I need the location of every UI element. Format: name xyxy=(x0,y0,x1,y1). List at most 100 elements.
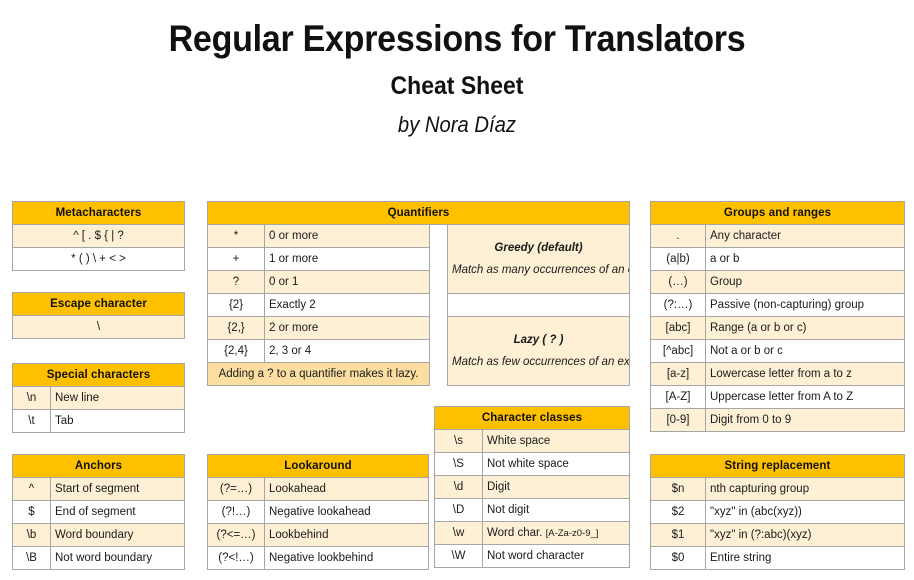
stringreplacement-value-0: nth capturing group xyxy=(705,477,905,501)
table-row: * ( ) \ + < > xyxy=(12,247,185,271)
table-quantifiers: Quantifiers * 0 or more Greedy (default)… xyxy=(207,201,630,386)
charclasses-key-5: \W xyxy=(434,544,483,568)
charclasses-key-4: \w xyxy=(434,521,483,545)
table-row: [a-z] Lowercase letter from a to z xyxy=(650,362,905,386)
charclasses-key-2: \d xyxy=(434,475,483,499)
table-header-row: Metacharacters xyxy=(12,201,185,225)
table-row: (…) Group xyxy=(650,270,905,294)
table-row: $0 Entire string xyxy=(650,546,905,570)
charclasses-value-4: Word char. [A-Za-z0-9_] xyxy=(482,521,630,545)
groups-key-1: (a|b) xyxy=(650,247,706,271)
stringreplacement-key-3: $0 xyxy=(650,546,706,570)
quantifiers-gutter xyxy=(429,316,448,340)
table-header-character-classes: Character classes xyxy=(434,406,630,430)
escape-row-0: \ xyxy=(12,315,185,339)
anchors-value-3: Not word boundary xyxy=(50,546,185,570)
lookaround-key-0: (?=…) xyxy=(207,477,265,501)
lookaround-key-3: (?<!…) xyxy=(207,546,265,570)
table-header-row: Quantifiers xyxy=(207,201,630,225)
quantifiers-value-2: 0 or 1 xyxy=(264,270,430,294)
greedy-note-title: Greedy (default) xyxy=(494,241,583,254)
stringreplacement-value-3: Entire string xyxy=(705,546,905,570)
groups-key-2: (…) xyxy=(650,270,706,294)
quantifiers-value-0: 0 or more xyxy=(264,224,430,248)
lazy-note: Lazy ( ? ) Match as few occurrences of a… xyxy=(447,316,630,386)
table-row: ^ [ . $ { | ? xyxy=(12,224,185,248)
table-header-string-replacement: String replacement xyxy=(650,454,905,478)
table-escape-character: Escape character \ xyxy=(12,292,185,339)
table-row: \B Not word boundary xyxy=(12,546,185,570)
page-author: by Nora Díaz xyxy=(397,112,517,137)
table-row: [0-9] Digit from 0 to 9 xyxy=(650,408,905,432)
table-header-quantifiers: Quantifiers xyxy=(207,201,630,225)
special-key-0: \n xyxy=(12,386,51,410)
groups-key-8: [0-9] xyxy=(650,408,706,432)
quantifiers-value-1: 1 or more xyxy=(264,247,430,271)
quantifiers-key-0: * xyxy=(207,224,265,248)
charclasses-value-2: Digit xyxy=(482,475,630,499)
quantifiers-key-3: {2} xyxy=(207,293,265,317)
table-character-classes: Character classes \s White space \S Not … xyxy=(434,406,630,568)
table-header-metacharacters: Metacharacters xyxy=(12,201,185,225)
lookaround-value-1: Negative lookahead xyxy=(264,500,429,524)
metacharacters-row-1: * ( ) \ + < > xyxy=(12,247,185,271)
table-row: (?!…) Negative lookahead xyxy=(207,500,429,524)
table-header-anchors: Anchors xyxy=(12,454,185,478)
charclasses-key-0: \s xyxy=(434,429,483,453)
groups-value-4: Range (a or b or c) xyxy=(705,316,905,340)
table-header-row: Escape character xyxy=(12,292,185,316)
groups-value-2: Group xyxy=(705,270,905,294)
table-header-row: Special characters xyxy=(12,363,185,387)
groups-value-8: Digit from 0 to 9 xyxy=(705,408,905,432)
table-row: \b Word boundary xyxy=(12,523,185,547)
charclasses-value-0: White space xyxy=(482,429,630,453)
groups-key-0: . xyxy=(650,224,706,248)
groups-key-3: (?:…) xyxy=(650,293,706,317)
table-header-row: Character classes xyxy=(434,406,630,430)
quantifiers-value-3: Exactly 2 xyxy=(264,293,430,317)
anchors-value-2: Word boundary xyxy=(50,523,185,547)
table-header-lookaround: Lookaround xyxy=(207,454,429,478)
table-row: . Any character xyxy=(650,224,905,248)
table-string-replacement: String replacement $n nth capturing grou… xyxy=(650,454,905,570)
quantifiers-key-4: {2,} xyxy=(207,316,265,340)
special-key-1: \t xyxy=(12,409,51,433)
anchors-key-0: ^ xyxy=(12,477,51,501)
lazy-note-title: Lazy ( ? ) xyxy=(513,333,564,346)
quantifiers-gutter xyxy=(429,224,448,248)
table-header-row: String replacement xyxy=(650,454,905,478)
quantifiers-gutter xyxy=(429,270,448,294)
greedy-note: Greedy (default) Match as many occurrenc… xyxy=(447,224,630,294)
lookaround-key-1: (?!…) xyxy=(207,500,265,524)
lookaround-value-3: Negative lookbehind xyxy=(264,546,429,570)
quantifiers-key-5: {2,4} xyxy=(207,339,265,363)
special-value-1: Tab xyxy=(50,409,185,433)
stringreplacement-key-0: $n xyxy=(650,477,706,501)
lookaround-value-0: Lookahead xyxy=(264,477,429,501)
table-row: (?=…) Lookahead xyxy=(207,477,429,501)
stringreplacement-key-2: $1 xyxy=(650,523,706,547)
groups-value-5: Not a or b or c xyxy=(705,339,905,363)
groups-key-4: [abc] xyxy=(650,316,706,340)
special-value-0: New line xyxy=(50,386,185,410)
table-row: * 0 or more Greedy (default) Match as ma… xyxy=(207,224,630,294)
page-title: Regular Expressions for Translators xyxy=(168,18,746,59)
charclasses-value-4-range: [A-Za-z0-9_] xyxy=(545,527,599,539)
table-row: {2,} 2 or more Lazy ( ? ) Match as few o… xyxy=(207,316,630,386)
anchors-key-1: $ xyxy=(12,500,51,524)
table-row: $n nth capturing group xyxy=(650,477,905,501)
lookaround-value-2: Lookbehind xyxy=(264,523,429,547)
groups-key-5: [^abc] xyxy=(650,339,706,363)
table-row: \W Not word character xyxy=(434,544,630,568)
charclasses-value-1: Not white space xyxy=(482,452,630,476)
table-row: (?<!…) Negative lookbehind xyxy=(207,546,429,570)
groups-value-1: a or b xyxy=(705,247,905,271)
table-header-row: Lookaround xyxy=(207,454,429,478)
table-row: \t Tab xyxy=(12,409,185,433)
stringreplacement-value-1: "xyz" in (abc(xyz)) xyxy=(705,500,905,524)
anchors-value-0: Start of segment xyxy=(50,477,185,501)
charclasses-value-4-label: Word char. xyxy=(487,526,543,539)
stringreplacement-key-1: $2 xyxy=(650,500,706,524)
charclasses-key-3: \D xyxy=(434,498,483,522)
table-row: $1 "xyz" in (?:abc)(xyz) xyxy=(650,523,905,547)
